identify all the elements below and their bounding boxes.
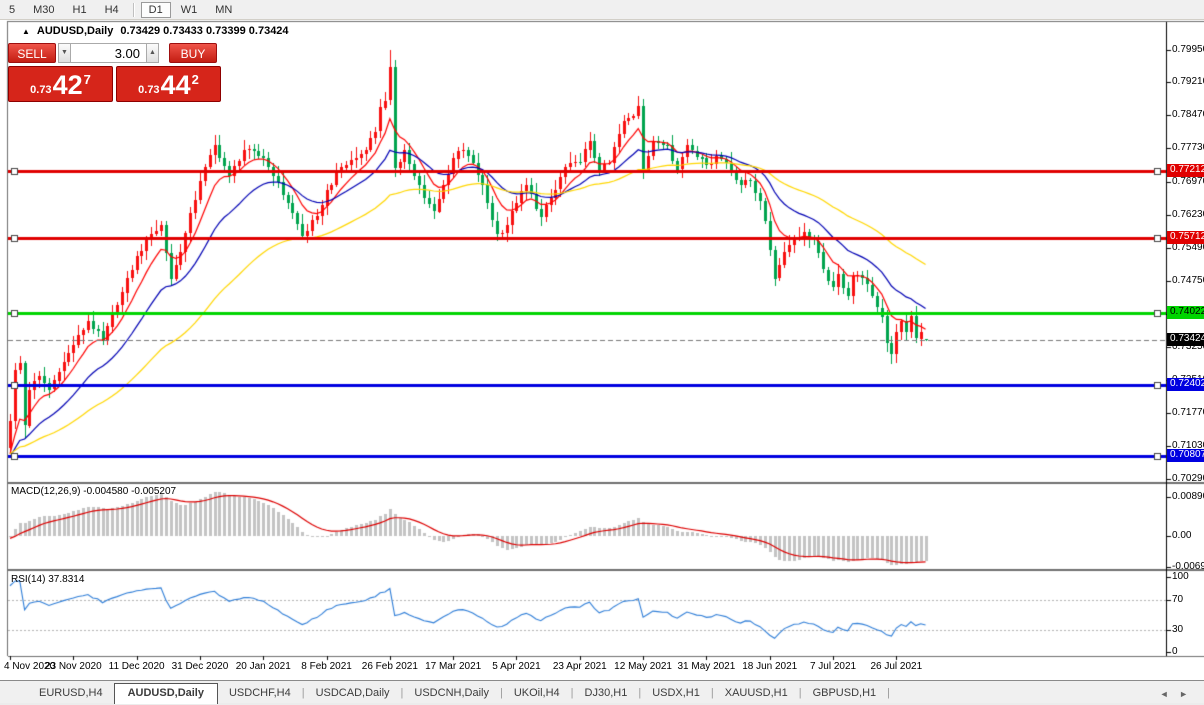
buy-button[interactable]: BUY (169, 43, 217, 63)
date-axis-label: 5 Apr 2021 (492, 661, 541, 672)
price-axis-tick: 0.71770 (1172, 407, 1204, 419)
chart-tab-usdcnh[interactable]: USDCNH,Daily (403, 684, 500, 703)
date-axis-label: 26 Feb 2021 (361, 661, 418, 672)
trading-terminal-window: { "toolbar": { "items": ["5", "M30", "H1… (0, 0, 1204, 705)
rsi-axis-tick: 100 (1172, 571, 1189, 582)
date-axis-label: 31 May 2021 (677, 661, 736, 672)
volume-input[interactable] (71, 43, 146, 63)
chart-tab-eurusd[interactable]: EURUSD,H4 (28, 684, 114, 703)
chart-tab-usdcad[interactable]: USDCAD,Daily (305, 684, 401, 703)
buy-price-prefix: 0.73 (138, 84, 160, 96)
date-axis-label: 18 Jun 2021 (742, 661, 798, 672)
timeframe-button-mn[interactable]: MN (207, 2, 240, 18)
date-axis-label: 20 Jan 2021 (235, 661, 291, 672)
price-axis-tick: 0.76230 (1172, 208, 1204, 220)
timeframe-button-m30[interactable]: M30 (25, 2, 62, 18)
price-axis-tick: 0.74750 (1172, 274, 1204, 286)
sell-price-big: 42 (52, 70, 83, 100)
sell-button[interactable]: SELL (8, 43, 56, 63)
price-line-tag[interactable]: 0.70807 (1167, 448, 1204, 462)
date-axis-label: 26 Jul 2021 (870, 661, 923, 672)
timeframe-button-d1[interactable]: D1 (140, 1, 171, 18)
sell-price-pipette: 7 (83, 72, 91, 87)
date-axis-label: 11 Dec 2020 (108, 661, 165, 672)
tab-scroll-arrows-icon[interactable]: ◄ ► (1160, 686, 1204, 703)
timeframe-toolbar: 5 M30 H1 H4 D1 W1 MN (0, 0, 1204, 20)
macd-axis-tick: -0.00697 (1172, 560, 1204, 572)
chart-tab-ukoil[interactable]: UKOil,H4 (503, 684, 571, 703)
timeframe-button-h1[interactable]: H1 (65, 2, 95, 18)
chart-tab-xauusd[interactable]: XAUUSD,H1 (714, 684, 799, 703)
rsi-axis-tick: 70 (1172, 593, 1184, 605)
date-axis-label: 23 Apr 2021 (552, 661, 607, 672)
date-axis-label: 8 Feb 2021 (301, 661, 352, 672)
current-price-tag: 0.73424 (1167, 332, 1204, 346)
timeframe-button-h4[interactable]: H4 (97, 2, 127, 18)
price-axis-tick: 0.76970 (1172, 175, 1204, 187)
price-axis-tick: 0.79950 (1172, 43, 1204, 55)
timeframe-button-w1[interactable]: W1 (173, 2, 206, 18)
volume-increase-icon[interactable]: ▲ (146, 43, 159, 63)
chart-tab-audusd[interactable]: AUDUSD,Daily (113, 683, 218, 704)
toolbar-divider (132, 2, 135, 17)
one-click-trade-panel: SELL ▼ ▲ BUY 0.73 42 7 0.73 44 2 (8, 43, 222, 102)
chart-tab-bar: EURUSD,H4 AUDUSD,Daily USDCHF,H4 | USDCAD,Da… (0, 680, 1204, 704)
chart-tab-usdx[interactable]: USDX,H1 (641, 684, 711, 703)
macd-axis-tick: 0.00 (1172, 530, 1192, 541)
sell-price-prefix: 0.73 (30, 84, 52, 96)
macd-indicator-label: MACD(12,26,9) -0.004580 -0.005207 (11, 486, 177, 497)
date-axis-label: 12 May 2021 (614, 661, 673, 672)
volume-decrease-icon[interactable]: ▼ (58, 43, 71, 63)
chart-tab-gbpusd[interactable]: GBPUSD,H1 (802, 684, 888, 703)
buy-price-big: 44 (160, 70, 191, 100)
price-axis-tick: 0.78470 (1172, 109, 1204, 121)
chart-tab-dj30[interactable]: DJ30,H1 (574, 684, 639, 703)
chart-tab-usdchf[interactable]: USDCHF,H4 (218, 684, 302, 703)
price-line-tag[interactable]: 0.74022 (1167, 306, 1204, 319)
price-line-tag[interactable]: 0.72402 (1167, 378, 1204, 391)
price-axis-tick: 0.77730 (1172, 142, 1204, 154)
price-line-tag[interactable]: 0.75712 (1167, 230, 1204, 244)
date-axis-label: 17 Mar 2021 (425, 661, 482, 672)
rsi-axis-tick: 0 (1172, 646, 1178, 657)
price-axis-tick: 0.79210 (1172, 76, 1204, 88)
date-axis-label: 23 Nov 2020 (44, 661, 102, 672)
chart-symbol-label: AUDUSD,Daily (36, 25, 114, 37)
buy-price-display[interactable]: 0.73 44 2 (116, 66, 221, 102)
rsi-axis-tick: 30 (1172, 623, 1184, 635)
tab-separator: | (887, 687, 890, 699)
rsi-indicator-label: RSI(14) 37.8314 (11, 574, 85, 585)
chart-header: ▲ AUDUSD,Daily 0.73429 0.73433 0.73399 0… (22, 25, 289, 37)
price-axis-tick: 0.70290 (1172, 472, 1204, 484)
chart-ohlc-quote: 0.73429 0.73433 0.73399 0.73424 (120, 25, 289, 37)
macd-axis-tick: 0.00890 (1172, 490, 1204, 502)
sell-price-display[interactable]: 0.73 42 7 (8, 66, 113, 102)
chart-canvas[interactable] (0, 0, 1204, 705)
price-line-tag[interactable]: 0.77212 (1167, 164, 1204, 178)
date-axis-label: 31 Dec 2020 (171, 661, 229, 672)
date-axis-label: 7 Jul 2021 (809, 661, 857, 672)
timeframe-button-5[interactable]: 5 (1, 2, 23, 18)
buy-price-pipette: 2 (191, 72, 199, 87)
collapse-chart-icon[interactable]: ▲ (22, 27, 30, 36)
